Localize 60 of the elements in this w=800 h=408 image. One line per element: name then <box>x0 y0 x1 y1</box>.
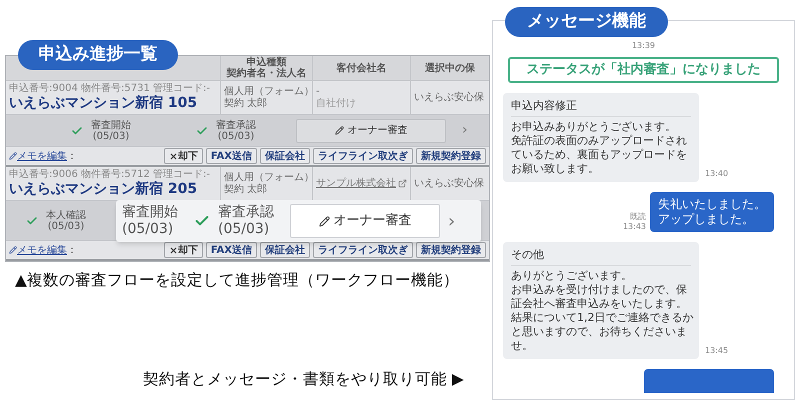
action-button[interactable]: FAX送信 <box>206 148 257 164</box>
edit-memo-link[interactable]: メモを編集 <box>9 242 67 258</box>
column-header: 申込種類 契約者名・法人名 <box>221 56 313 80</box>
agent-name: - <box>316 86 321 98</box>
application-meta: 申込番号:9006 物件番号:5712 管理コード:- <box>9 169 211 180</box>
guarantor-name: いえらぶ安心保 <box>414 176 484 191</box>
step-label: 本人確認 (05/03) <box>46 210 86 232</box>
agent-note: 自社付け <box>316 98 357 110</box>
pencil-icon <box>334 126 344 135</box>
step-label: 審査開始 (05/03) <box>91 120 131 142</box>
action-button[interactable]: 保証会社 <box>260 242 310 258</box>
pencil-icon <box>9 246 17 254</box>
pencil-icon <box>318 216 330 226</box>
contractor-name: 契約 太郎 <box>224 98 268 110</box>
edit-memo-link[interactable]: メモを編集 <box>9 148 67 164</box>
application-type: 個人用（フォーム） <box>224 172 309 184</box>
message-time: 13:43 <box>622 222 646 232</box>
action-button[interactable]: 保証会社 <box>260 148 310 164</box>
action-button[interactable]: ライフライン取次ぎ <box>313 242 413 258</box>
read-label: 既読 <box>630 212 646 222</box>
pencil-icon <box>9 152 17 160</box>
message-time: 13:40 <box>705 168 728 180</box>
application-type: 個人用（フォーム） <box>224 86 309 98</box>
column-header: 客付会社名 <box>313 56 411 80</box>
reject-button[interactable]: 却下 <box>164 148 203 164</box>
step-label: 審査承認 (05/03) <box>216 120 256 142</box>
message-bubble: 失礼いたしました。 アップしました。 <box>650 192 774 232</box>
message-text: ありがとうございます。 お申込みを受け付けましたので、保 証会社へ審査申込みをいたします。 結果について1,2日でご連絡できるか と思いますので、お待ちくださいま せ。 <box>511 268 691 352</box>
close-icon <box>168 246 178 254</box>
property-name[interactable]: いえらぶマンション新宿 205 <box>9 181 217 198</box>
owner-review-button[interactable]: オーナー審査 <box>296 118 446 142</box>
external-link-icon <box>398 179 407 188</box>
property-name[interactable]: いえらぶマンション新宿 105 <box>9 95 217 112</box>
step-label: 審査開始 (05/03) <box>122 204 178 238</box>
reject-button[interactable]: 却下 <box>164 242 203 258</box>
message-text: お申込みありがとうございます。 免許証の表面のみアップロードされ ているため、裏面もアップロードを お願い致します。 <box>511 120 688 176</box>
contractor-name: 契約 太郎 <box>224 184 268 196</box>
action-button[interactable]: 新規契約登録 <box>416 148 486 164</box>
caption: 契約者とメッセージ・書類をやり取り可能 ▶ <box>143 369 465 390</box>
message-title: その他 <box>511 248 691 266</box>
status-notice: ステータスが「社内審査」になりました <box>508 57 779 82</box>
step-label: 審査承認 (05/03) <box>218 204 274 238</box>
agent-link[interactable]: サンプル株式会社 <box>316 178 407 190</box>
section-badge: メッセージ機能 <box>505 7 668 37</box>
timestamp: 13:39 <box>632 41 656 51</box>
close-icon <box>168 152 178 160</box>
column-header: 選択中の保 <box>424 62 476 76</box>
action-button[interactable]: ライフライン取次ぎ <box>313 148 413 164</box>
next-arrow[interactable]: › <box>448 208 456 234</box>
application-meta: 申込番号:9004 物件番号:5731 管理コード:- <box>9 83 211 94</box>
message-time: 13:45 <box>705 344 728 356</box>
memo-colon: ： <box>67 150 77 164</box>
memo-colon: ： <box>67 244 77 258</box>
action-button[interactable]: 新規契約登録 <box>416 242 486 258</box>
owner-review-button[interactable]: オーナー審査 <box>290 204 440 238</box>
section-badge: 申込み進捗一覧 <box>18 40 178 70</box>
message-title: 申込内容修正 <box>511 98 691 116</box>
guarantor-name: いえらぶ安心保 <box>414 90 484 105</box>
action-button[interactable]: FAX送信 <box>206 242 257 258</box>
caption: ▲複数の審査フローを設定して進捗管理（ワークフロー機能） <box>15 270 460 291</box>
